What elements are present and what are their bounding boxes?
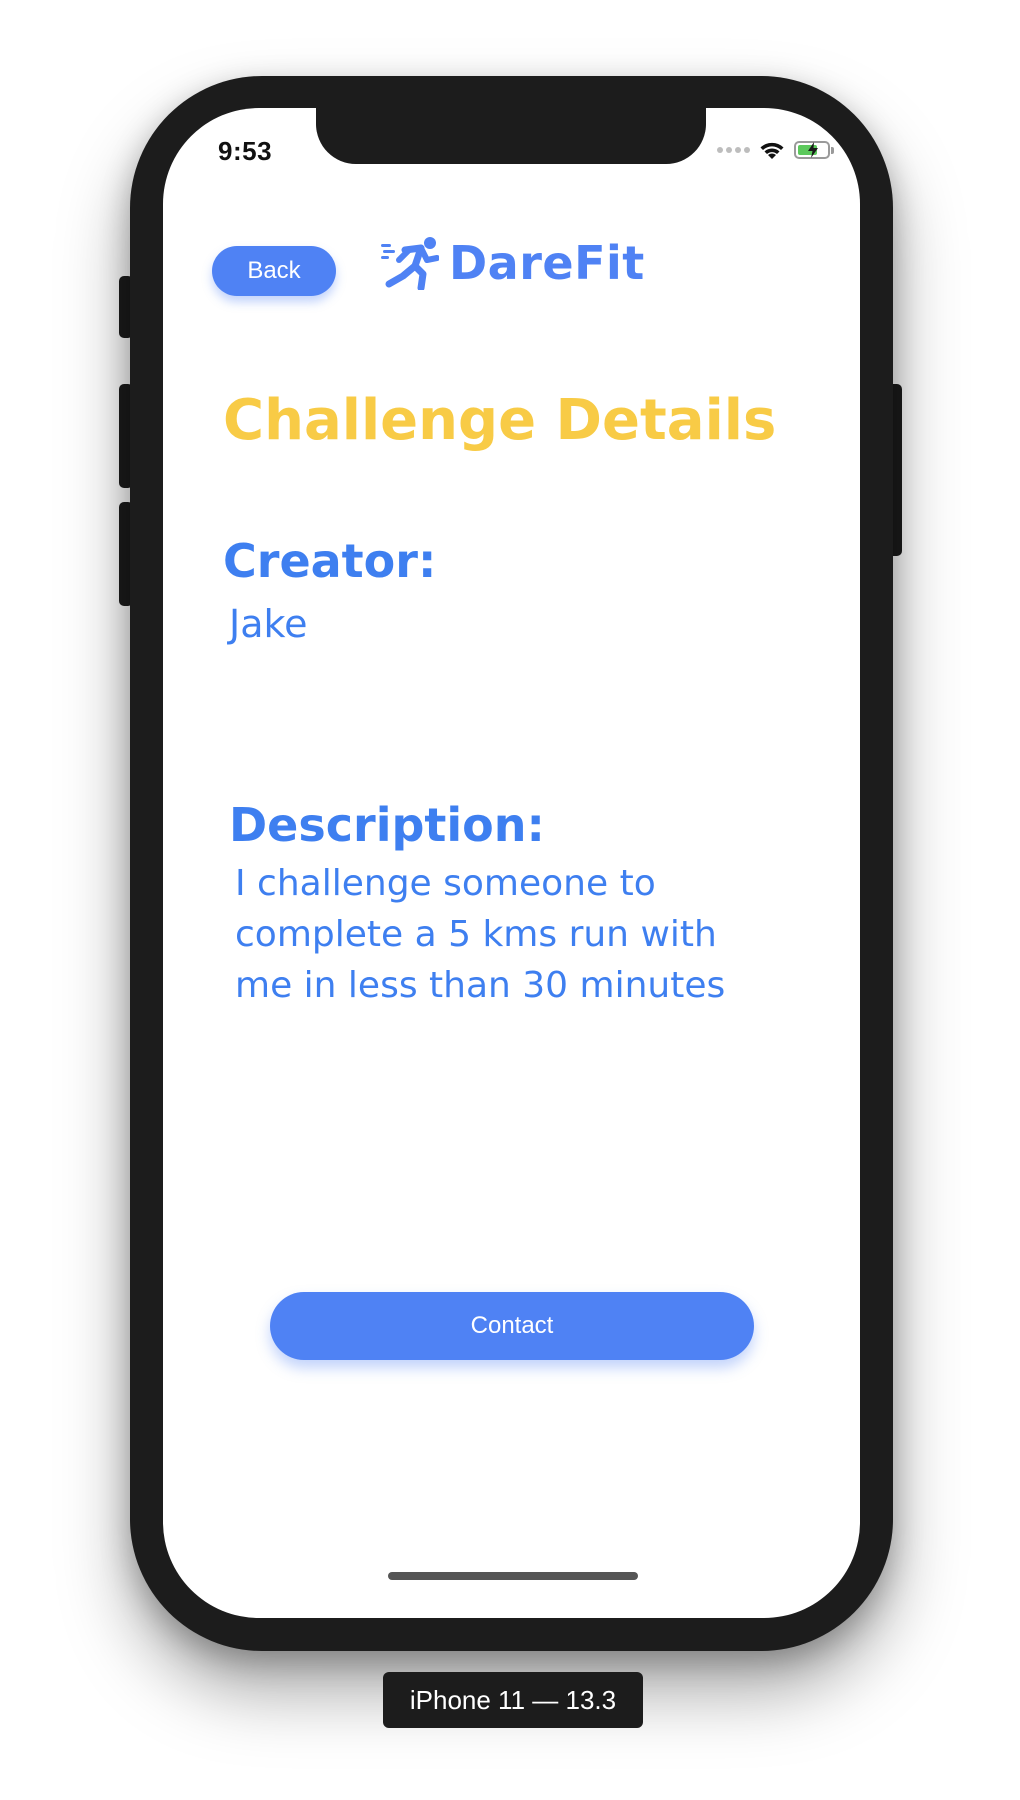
simulator-stage: 9:53 Back DareFit Challenge Details Crea… — [0, 0, 1020, 1800]
status-time: 9:53 — [218, 136, 273, 166]
logo-text: DareFit — [449, 236, 645, 290]
device-label: iPhone 11 — 13.3 — [383, 1672, 643, 1728]
wifi-icon — [760, 142, 784, 159]
creator-name: Jake — [229, 602, 308, 646]
cellular-signal-icon — [717, 147, 750, 153]
phone-screen: 9:53 Back DareFit Challenge Details Crea… — [163, 108, 860, 1618]
page-title: Challenge Details — [223, 388, 777, 453]
creator-label: Creator: — [223, 534, 437, 588]
home-indicator[interactable] — [388, 1572, 638, 1580]
runner-icon — [381, 237, 439, 290]
description-label: Description: — [229, 798, 545, 852]
darefit-logo: DareFit — [381, 236, 645, 290]
battery-charging-icon — [794, 141, 834, 159]
back-button[interactable]: Back — [212, 246, 336, 296]
notch — [316, 108, 706, 164]
contact-button[interactable]: Contact — [270, 1292, 754, 1360]
description-text: I challenge someone to complete a 5 kms … — [235, 863, 726, 1006]
status-icons — [717, 138, 834, 162]
